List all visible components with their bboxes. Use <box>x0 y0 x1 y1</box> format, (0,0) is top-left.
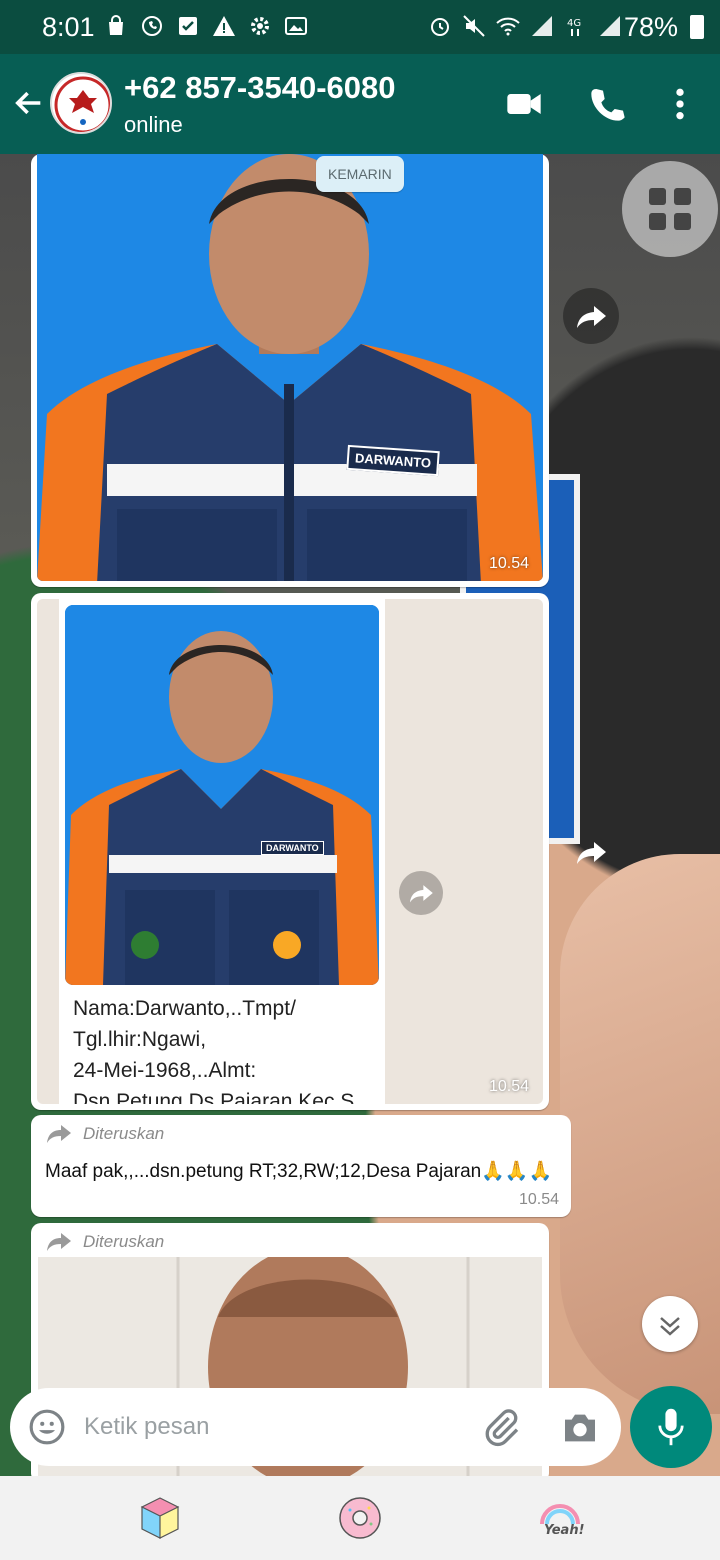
video-call-icon[interactable] <box>504 84 544 124</box>
forward-icon <box>577 842 606 864</box>
wifi-icon <box>496 17 520 36</box>
message-text-3[interactable]: Diteruskan Maaf pak,,...dsn.petung RT;32… <box>31 1115 571 1217</box>
caption-line: Nama:Darwanto,..Tmpt/ <box>73 997 296 1020</box>
svg-text:Yeah!: Yeah! <box>544 1523 584 1538</box>
back-arrow-icon[interactable] <box>12 86 46 120</box>
message-input[interactable]: Ketik pesan <box>84 1413 209 1441</box>
forwarded-text: Diteruskan <box>83 1124 165 1143</box>
alarm-icon <box>431 18 449 36</box>
caption-line: Tgl.lhir:Ngawi, <box>73 1028 207 1051</box>
rubiks-cube-sticker-icon[interactable] <box>136 1494 184 1542</box>
yeah-rainbow-sticker-icon[interactable]: Yeah! <box>536 1494 584 1542</box>
forward-icon <box>577 306 606 328</box>
network-4g-icon: 4G <box>567 18 581 36</box>
forwarded-label: Diteruskan <box>45 1123 557 1145</box>
microphone-button[interactable] <box>630 1386 712 1468</box>
signal-icon <box>532 16 552 36</box>
date-chip: KEMARIN <box>316 156 404 192</box>
camera-icon[interactable] <box>560 1408 600 1448</box>
portrait-photo[interactable]: DARWANTO 10.54 <box>37 154 543 581</box>
attach-icon[interactable] <box>482 1408 522 1448</box>
sticker-grid-button[interactable] <box>622 161 718 257</box>
more-options-icon[interactable] <box>660 84 700 124</box>
forwarded-icon <box>47 1233 71 1251</box>
check-box-icon <box>179 17 197 35</box>
name-patch-text-2: DARWANTO <box>266 843 319 853</box>
person-portrait-2 <box>65 605 379 985</box>
contact-name[interactable]: +62 857-3540-6080 <box>124 70 396 106</box>
grid-icon <box>649 188 691 230</box>
message-time: 10.54 <box>488 555 529 572</box>
message-time: 10.54 <box>518 1191 559 1208</box>
avatar[interactable] <box>50 72 112 134</box>
gear-icon <box>251 17 269 35</box>
warning-icon <box>213 16 235 36</box>
microphone-icon <box>658 1408 684 1446</box>
contact-status: online <box>124 112 183 137</box>
forward-icon <box>410 885 433 903</box>
whatsapp-icon <box>142 16 162 36</box>
battery-icon <box>690 15 704 39</box>
chat-header: +62 857-3540-6080 online <box>0 54 720 154</box>
donut-sticker-icon[interactable] <box>336 1494 384 1542</box>
person-portrait <box>37 154 543 581</box>
voice-call-icon[interactable] <box>588 84 628 124</box>
shopping-bag-icon <box>109 15 123 35</box>
status-bar: 8:01 4G 78% <box>0 0 720 54</box>
forwarded-text: Diteruskan <box>83 1232 165 1251</box>
message-image-2[interactable]: DARWANTO Nama:Darwanto,..Tmpt/ Tgl.lhir:… <box>31 593 549 1110</box>
forward-button-inner <box>399 871 443 915</box>
caption-line: 24-Mei-1968,..Almt: <box>73 1059 257 1082</box>
message-input-bar[interactable]: Ketik pesan <box>10 1388 621 1466</box>
mute-icon <box>463 15 485 37</box>
name-patch-text: DARWANTO <box>354 450 432 471</box>
caption-card: DARWANTO Nama:Darwanto,..Tmpt/ Tgl.lhir:… <box>59 599 385 1104</box>
forwarded-icon <box>47 1125 71 1143</box>
name-patch-2: DARWANTO <box>261 841 324 855</box>
message-image-1[interactable]: DARWANTO 10.54 <box>31 154 549 587</box>
image-icon <box>285 17 307 35</box>
forward-button-2[interactable] <box>563 824 619 880</box>
battery-percent: 78% <box>623 12 678 42</box>
message-body: Maaf pak,,...dsn.petung RT;32,RW;12,Desa… <box>45 1161 553 1182</box>
forward-button-1[interactable] <box>563 288 619 344</box>
signal-icon-2 <box>600 16 620 36</box>
portrait-photo-2: DARWANTO <box>65 605 379 985</box>
message-time: 10.54 <box>488 1078 529 1095</box>
caption-text: Nama:Darwanto,..Tmpt/ Tgl.lhir:Ngawi, 24… <box>73 993 373 1104</box>
caption-line: Dsn.Petung.Ds.Pajaran.Kec.S <box>73 1090 355 1104</box>
scroll-to-bottom-button[interactable] <box>642 1296 698 1352</box>
garuda-logo-icon <box>54 76 110 132</box>
chat-area[interactable]: DARWANTO 10.54 KEMARIN DARWANTO Nama:Dar… <box>0 154 720 1476</box>
svg-text:4G: 4G <box>567 18 581 29</box>
emoji-icon[interactable] <box>28 1408 66 1446</box>
chevron-down-icon <box>660 1317 680 1336</box>
status-time: 8:01 <box>42 12 95 42</box>
forwarded-label: Diteruskan <box>45 1231 535 1253</box>
sticker-tray: Yeah! <box>0 1476 720 1560</box>
screenshot-image[interactable]: DARWANTO Nama:Darwanto,..Tmpt/ Tgl.lhir:… <box>37 599 543 1104</box>
